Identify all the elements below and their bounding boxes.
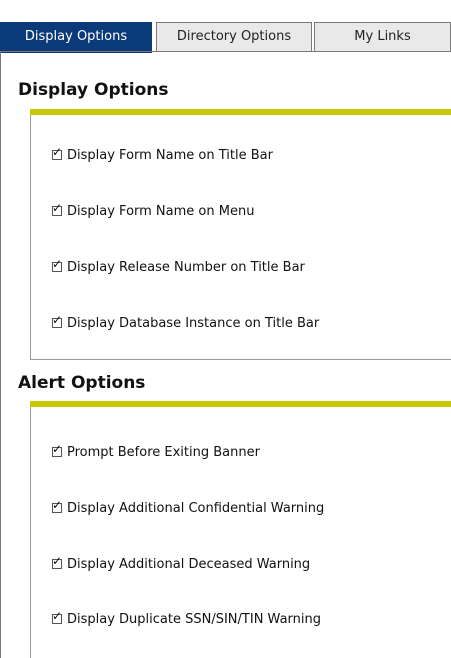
option-label: Display Form Name on Menu <box>67 203 255 219</box>
tab-directory-options[interactable]: Directory Options <box>156 22 312 52</box>
checkbox-checked-icon[interactable] <box>52 442 62 457</box>
tab-my-links[interactable]: My Links <box>314 22 451 52</box>
alert-options-heading: Alert Options <box>18 373 146 393</box>
checkbox-checked-icon[interactable] <box>52 201 62 216</box>
tab-bar: Display Options Directory Options My Lin… <box>0 0 451 53</box>
tab-display-options[interactable]: Display Options <box>0 22 152 53</box>
option-label: Display Database Instance on Title Bar <box>67 315 320 331</box>
option-display-form-name-menu[interactable]: Display Form Name on Menu <box>52 201 254 221</box>
option-label: Prompt Before Exiting Banner <box>67 444 260 460</box>
panel-left-border <box>0 52 1 658</box>
option-duplicate-ssn-warning[interactable]: Display Duplicate SSN/SIN/TIN Warning <box>52 609 321 629</box>
option-display-form-name-title-bar[interactable]: Display Form Name on Title Bar <box>52 145 273 165</box>
option-label: Display Duplicate SSN/SIN/TIN Warning <box>67 611 321 627</box>
option-confidential-warning[interactable]: Display Additional Confidential Warning <box>52 498 324 518</box>
checkbox-checked-icon[interactable] <box>52 609 62 624</box>
display-options-heading: Display Options <box>18 80 169 100</box>
checkbox-checked-icon[interactable] <box>52 554 62 569</box>
checkbox-checked-icon[interactable] <box>52 257 62 272</box>
checkbox-checked-icon[interactable] <box>52 145 62 160</box>
option-deceased-warning[interactable]: Display Additional Deceased Warning <box>52 554 310 574</box>
checkbox-checked-icon[interactable] <box>52 313 62 328</box>
tab-bar-divider <box>0 51 451 52</box>
option-label: Display Additional Deceased Warning <box>67 556 311 572</box>
option-label: Display Release Number on Title Bar <box>67 259 305 275</box>
checkbox-checked-icon[interactable] <box>52 498 62 513</box>
option-display-release-number[interactable]: Display Release Number on Title Bar <box>52 257 305 277</box>
option-label: Display Form Name on Title Bar <box>67 147 273 163</box>
option-label: Display Additional Confidential Warning <box>67 500 325 516</box>
option-display-database-instance[interactable]: Display Database Instance on Title Bar <box>52 313 319 333</box>
option-prompt-before-exiting[interactable]: Prompt Before Exiting Banner <box>52 442 260 462</box>
